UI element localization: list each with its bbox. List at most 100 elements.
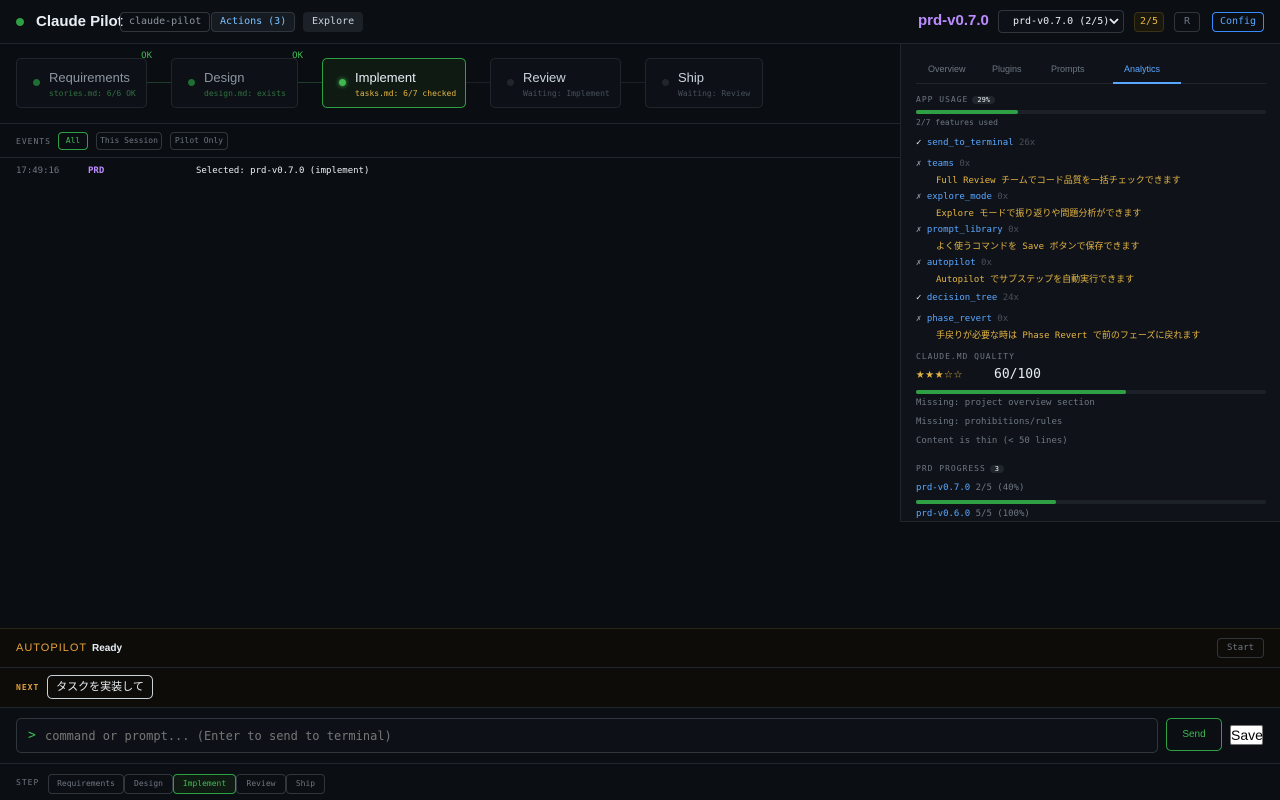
feature-count: 0x [997, 192, 1009, 202]
feature-name: decision_tree [926, 293, 998, 303]
events-label: EVENTS [16, 137, 51, 146]
step-requirements[interactable]: Requirements [48, 774, 124, 794]
events-toolbar: EVENTS All This Session Pilot Only [0, 124, 900, 158]
phase-sub: stories.md: 6/6 OK [49, 89, 136, 98]
step-design[interactable]: Design [124, 774, 173, 794]
tab-analytics[interactable]: Analytics [1124, 64, 1160, 74]
phase-status-dot-icon [662, 79, 669, 86]
prd-progress-label: PRD PROGRESS [916, 464, 986, 473]
cross-icon: ✗ [916, 314, 922, 324]
cross-icon: ✗ [916, 192, 922, 202]
tab-prompts[interactable]: Prompts [1051, 64, 1085, 74]
feature-hint: Full Review チームでコード品質を一括チェックできます [936, 176, 1181, 186]
phase-card-implement[interactable]: Implement tasks.md: 6/7 checked [322, 58, 466, 108]
quality-score: 60/100 [994, 367, 1041, 382]
step-implement[interactable]: Implement [173, 774, 236, 794]
autopilot-label: AUTOPILOT [16, 642, 88, 654]
prd-version-title: prd-v0.7.0 [918, 12, 989, 29]
autopilot-start-button[interactable]: Start [1217, 638, 1264, 658]
features-used: 2/7 features used [916, 118, 998, 127]
phase-card-ship[interactable]: Ship Waiting: Review [645, 58, 763, 108]
filter-this-session[interactable]: This Session [96, 132, 162, 150]
feature-count: 0x [1008, 225, 1019, 235]
feature-count: 0x [981, 258, 992, 268]
app-title: Claude Pilot [36, 13, 123, 30]
next-bar: NEXT タスクを実装して [0, 667, 1280, 707]
feature-item: ✓ send_to_terminal 26x [916, 138, 1035, 148]
app-usage-badge: 29% [972, 96, 996, 104]
step-bar: STEP Requirements Design Implement Revie… [0, 763, 1280, 800]
feature-item: ✗ explore_mode 0x [916, 192, 1008, 202]
quality-bar [916, 390, 1266, 394]
tab-plugins[interactable]: Plugins [992, 64, 1022, 74]
feature-count: 24x [1002, 293, 1019, 303]
analytics-panel: Overview Plugins Prompts Analytics APP U… [900, 44, 1280, 522]
prd-progress-row[interactable]: prd-v0.6.0 5/5 (100%) [916, 509, 1030, 519]
prd-select[interactable]: prd-v0.7.0 (2/5) [998, 10, 1124, 33]
phase-card-design[interactable]: Design design.md: exists OK [171, 51, 303, 108]
phase-ok-label: OK [292, 51, 303, 61]
phase-card-review[interactable]: Review Waiting: Implement [490, 58, 621, 108]
step-ship[interactable]: Ship [286, 774, 325, 794]
phase-card-requirements[interactable]: Requirements stories.md: 6/6 OK OK [16, 51, 152, 108]
app-usage-heading: APP USAGE 29% [916, 95, 996, 104]
missing-item: Missing: project overview section [916, 398, 1095, 408]
phase-status-dot-icon [507, 79, 514, 86]
phase-name: Implement [355, 70, 416, 85]
phase-connector [620, 82, 646, 83]
config-button[interactable]: Config [1212, 12, 1264, 32]
prd-progress-heading: PRD PROGRESS 3 [916, 464, 1005, 473]
top-bar: Claude Pilot claude-pilot Actions (3) Ex… [0, 0, 1280, 44]
step-review[interactable]: Review [236, 774, 286, 794]
progress-badge: 2/5 [1134, 12, 1164, 32]
filter-all[interactable]: All [58, 132, 88, 150]
step-label: STEP [16, 778, 40, 787]
app-usage-fill [916, 110, 1018, 114]
feature-hint: よく使うコマンドを Save ボタンで保存できます [936, 242, 1140, 252]
feature-item: ✗ prompt_library 0x [916, 225, 1019, 235]
check-icon: ✓ [916, 293, 922, 303]
save-button[interactable]: Save [1230, 725, 1263, 745]
app-usage-label: APP USAGE [916, 95, 969, 104]
refresh-button[interactable]: R [1174, 12, 1200, 32]
tab-overview[interactable]: Overview [928, 64, 966, 74]
next-label: NEXT [16, 683, 40, 692]
feature-name: prompt_library [926, 225, 1003, 235]
prd-progress-fill [916, 500, 1056, 504]
send-button[interactable]: Send [1166, 718, 1222, 751]
cross-icon: ✗ [916, 159, 922, 169]
phase-connector [146, 82, 172, 83]
phase-status-dot-icon [33, 79, 40, 86]
next-task-button[interactable]: タスクを実装して [47, 675, 153, 699]
phase-name: Review [523, 70, 566, 85]
explore-button[interactable]: Explore [303, 12, 364, 32]
active-tab-indicator [1113, 82, 1181, 84]
feature-hint: 手戻りが必要な時は Phase Revert で前のフェーズに戻れます [936, 331, 1201, 341]
status-dot-icon [16, 18, 24, 26]
feature-count: 0x [997, 314, 1009, 324]
prd-progress-row[interactable]: prd-v0.7.0 2/5 (40%) [916, 483, 1024, 493]
phase-status-dot-icon [339, 79, 346, 86]
command-input-wrapper: > [16, 718, 1158, 753]
quality-heading: CLAUDE.MD QUALITY [916, 352, 1015, 361]
project-pill[interactable]: claude-pilot [120, 12, 211, 32]
prd-name: prd-v0.7.0 [916, 483, 971, 493]
chevron-down-icon [1108, 11, 1120, 40]
actions-button[interactable]: Actions (3) [211, 12, 296, 32]
cross-icon: ✗ [916, 258, 922, 268]
prd-status: 5/5 (100%) [975, 509, 1030, 519]
prd-status: 2/5 (40%) [975, 483, 1025, 493]
phase-sub: Waiting: Implement [523, 89, 610, 98]
filter-pilot-only[interactable]: Pilot Only [170, 132, 228, 150]
feature-item: ✗ autopilot 0x [916, 258, 992, 268]
missing-item: Content is thin (< 50 lines) [916, 436, 1068, 446]
star-rating-icon: ★★★☆☆ [916, 366, 964, 382]
command-input[interactable] [45, 725, 1145, 747]
phase-name: Requirements [49, 70, 130, 85]
prompt-caret-icon: > [28, 728, 36, 743]
prd-progress-badge: 3 [989, 465, 1005, 473]
prd-progress-bar [916, 500, 1266, 504]
app-usage-bar [916, 110, 1266, 114]
event-message: Selected: prd-v0.7.0 (implement) [196, 166, 370, 176]
panel-tabs: Overview Plugins Prompts Analytics [916, 58, 1266, 84]
